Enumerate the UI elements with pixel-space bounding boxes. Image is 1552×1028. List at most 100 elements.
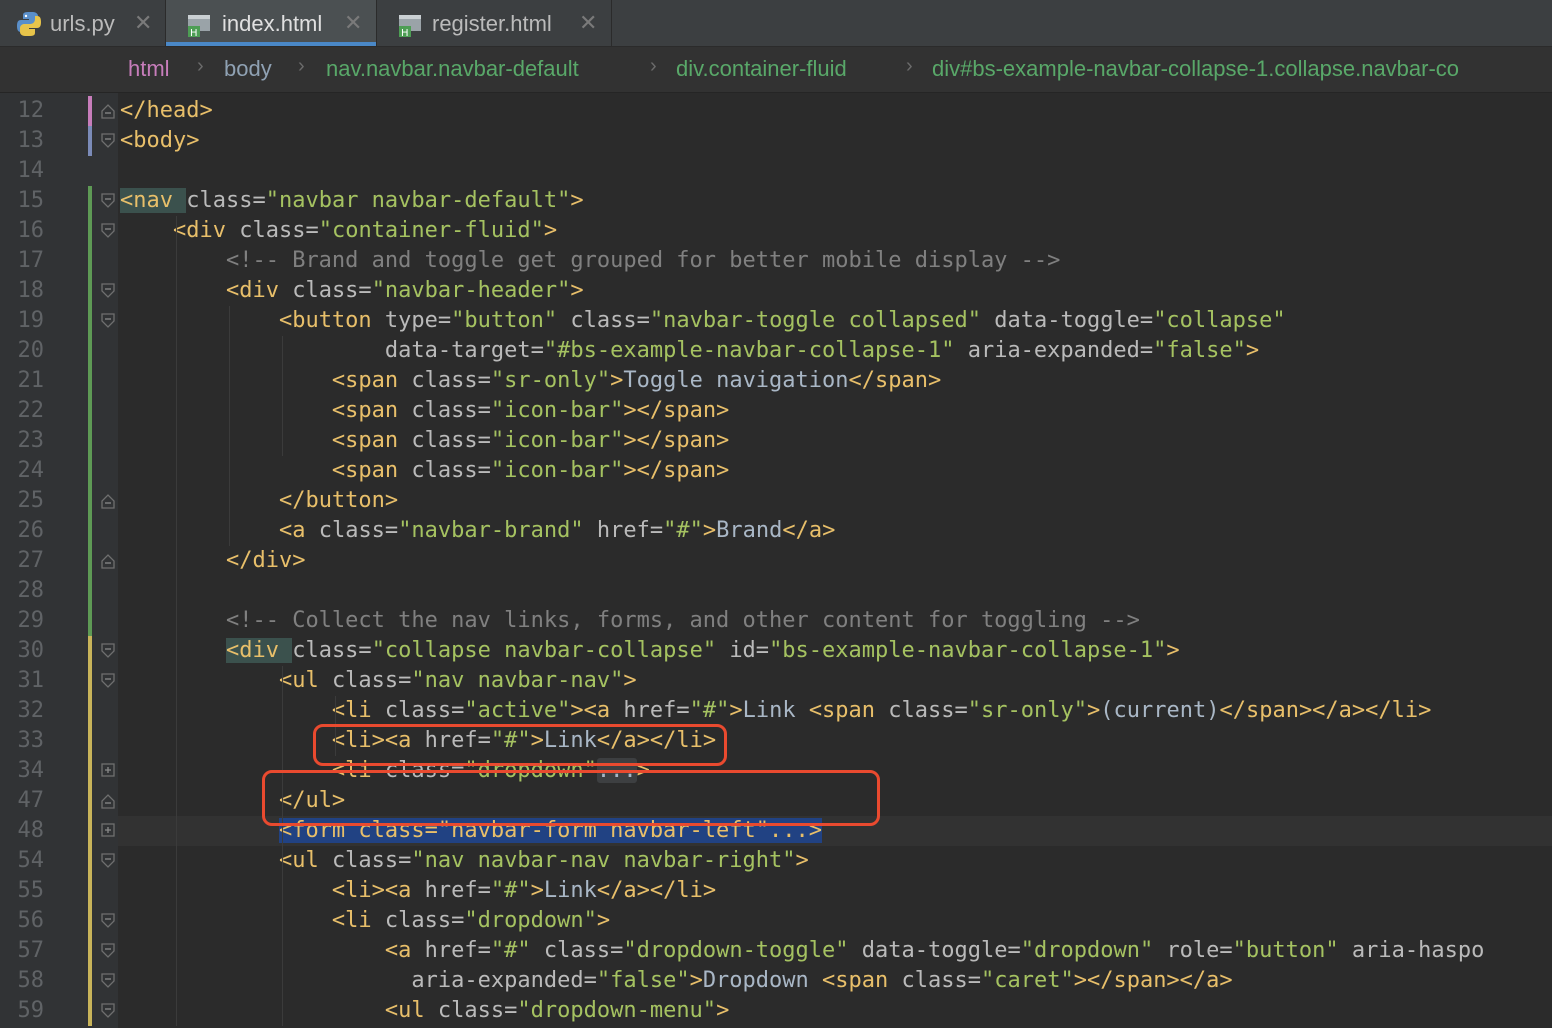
vcs-change-marker [88, 126, 92, 156]
breadcrumb-item-body[interactable]: body [224, 56, 272, 82]
code-line[interactable]: <span class="icon-bar"></span> [120, 396, 1552, 426]
fold-collapse-icon[interactable] [100, 911, 116, 931]
code-token: "#bs-example-navbar-collapse-1" [543, 338, 968, 363]
code-line[interactable]: aria-expanded="false">Dropdown <span cla… [120, 966, 1552, 996]
breadcrumb-item-div-collapse[interactable]: div#bs-example-navbar-collapse-1.collaps… [932, 56, 1459, 82]
code-token: "dropdown-toggle" [623, 938, 862, 963]
fold-collapse-icon[interactable] [100, 221, 116, 241]
line-number: 58 [17, 968, 45, 993]
code-line[interactable]: <a href="#" class="dropdown-toggle" data… [120, 936, 1552, 966]
line-number: 59 [17, 998, 45, 1023]
vcs-change-marker [88, 186, 92, 636]
code-line[interactable]: <ul class="nav navbar-nav"> [120, 666, 1552, 696]
fold-expand-icon[interactable] [100, 761, 116, 781]
code-token: > [795, 848, 809, 873]
fold-collapse-icon[interactable] [100, 491, 116, 511]
tab-urls-py[interactable]: urls.py ✕ [0, 0, 165, 46]
code-token: role= [1166, 938, 1233, 963]
fold-collapse-icon[interactable] [100, 851, 116, 871]
fold-collapse-icon[interactable] [100, 1001, 116, 1021]
code-editor[interactable]: 12 </head> 13 <body> 14 15 <nav class="navbar … [0, 93, 1552, 1028]
fold-collapse-icon[interactable] [100, 191, 116, 211]
fold-collapse-icon[interactable] [100, 941, 116, 961]
code-token: class= [331, 848, 412, 873]
code-line[interactable]: </head> [120, 96, 1552, 126]
annotation-highlight-box [262, 770, 880, 826]
fold-collapse-icon[interactable] [100, 791, 116, 811]
code-token: class= [411, 458, 491, 483]
code-token: "navbar-header" [371, 278, 571, 303]
tab-register-html[interactable]: H register.html ✕ [377, 0, 611, 46]
code-token: data-toggle= [994, 308, 1154, 333]
code-line[interactable]: <li class="dropdown"> [120, 906, 1552, 936]
code-line[interactable] [120, 576, 1552, 606]
breadcrumb-item-html[interactable]: html [128, 56, 170, 82]
code-token: href= [424, 878, 491, 903]
code-line[interactable]: <!-- Brand and toggle get grouped for be… [120, 246, 1552, 276]
code-token: (current) [1100, 698, 1220, 723]
line-number: 14 [17, 158, 45, 183]
fold-collapse-icon[interactable] [100, 641, 116, 661]
code-token: > [689, 968, 703, 993]
code-token: class= [543, 938, 624, 963]
code-line[interactable]: <nav class="navbar navbar-default"> [120, 186, 1552, 216]
fold-expand-icon[interactable] [100, 821, 116, 841]
fold-collapse-icon[interactable] [100, 101, 116, 121]
code-line[interactable]: <!-- Collect the nav links, forms, and o… [120, 606, 1552, 636]
code-line[interactable]: <ul class="dropdown-menu"> [120, 996, 1552, 1026]
code-token: > [1087, 698, 1101, 723]
code-token: <!-- Brand and toggle get grouped for be… [225, 248, 1061, 273]
code-line[interactable]: </button> [120, 486, 1552, 516]
code-token: <ul [384, 998, 438, 1023]
breadcrumb-item-nav[interactable]: nav.navbar.navbar-default [326, 56, 579, 82]
fold-collapse-icon[interactable] [100, 671, 116, 691]
code-line[interactable]: <button type="button" class="navbar-togg… [120, 306, 1552, 336]
line-number: 24 [17, 458, 45, 483]
breadcrumb-item-div-container[interactable]: div.container-fluid [676, 56, 847, 82]
code-line[interactable]: <span class="icon-bar"></span> [120, 456, 1552, 486]
code-token: > [570, 278, 584, 303]
svg-text:H: H [190, 28, 198, 39]
code-token: <span [822, 968, 902, 993]
line-number: 23 [17, 428, 45, 453]
code-line[interactable]: </div> [120, 546, 1552, 576]
code-line[interactable]: <span class="icon-bar"></span> [120, 426, 1552, 456]
code-token: <span [808, 698, 889, 723]
line-number: 21 [17, 368, 45, 393]
code-line[interactable]: <ul class="nav navbar-nav navbar-right"> [120, 846, 1552, 876]
code-token: <!-- Collect the nav links, forms, and o… [225, 608, 1140, 633]
tab-index-html[interactable]: H index.html ✕ [166, 0, 376, 46]
code-line[interactable] [120, 156, 1552, 186]
indent-guide [229, 306, 230, 546]
code-token: class= [384, 698, 465, 723]
fold-collapse-icon[interactable] [100, 131, 116, 151]
code-line[interactable]: <li><a href="#">Link</a></li> [120, 876, 1552, 906]
indent-guide [176, 216, 177, 1026]
code-line[interactable]: <div class="collapse navbar-collapse" id… [120, 636, 1552, 666]
code-token: "false" [596, 968, 690, 993]
code-line[interactable]: <body> [120, 126, 1552, 156]
close-icon[interactable]: ✕ [344, 10, 362, 36]
code-line[interactable]: <span class="sr-only">Toggle navigation<… [120, 366, 1552, 396]
code-token: Brand [716, 518, 783, 543]
code-line[interactable]: <div class="navbar-header"> [120, 276, 1552, 306]
fold-collapse-icon[interactable] [100, 551, 116, 571]
line-number: 30 [17, 638, 45, 663]
chevron-right-icon: › [906, 55, 913, 77]
code-line[interactable]: <a class="navbar-brand" href="#">Brand</… [120, 516, 1552, 546]
code-token: class= [901, 968, 981, 993]
code-line[interactable]: <div class="container-fluid"> [120, 216, 1552, 246]
code-token: </a> [782, 518, 836, 543]
close-icon[interactable]: ✕ [579, 10, 597, 36]
code-line[interactable]: data-target="#bs-example-navbar-collapse… [120, 336, 1552, 366]
fold-collapse-icon[interactable] [100, 971, 116, 991]
fold-collapse-icon[interactable] [100, 281, 116, 301]
code-token: > [530, 878, 544, 903]
close-icon[interactable]: ✕ [134, 10, 152, 36]
fold-collapse-icon[interactable] [100, 311, 116, 331]
